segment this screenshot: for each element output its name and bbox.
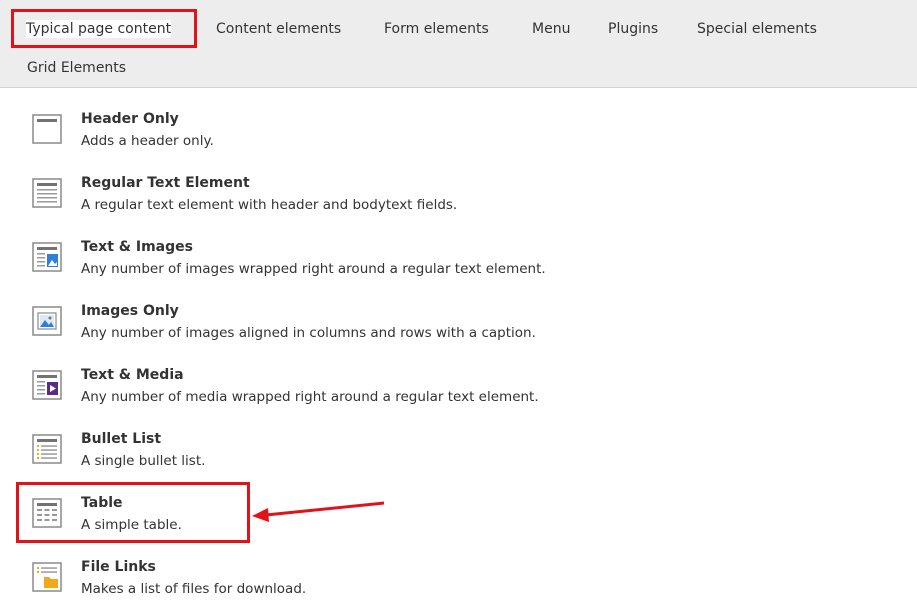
element-description: Any number of images wrapped right aroun… [81,261,546,277]
new-content-element-wizard: Typical page content Content elements Fo… [0,0,917,601]
element-description: Adds a header only. [81,133,214,149]
text-element-icon [32,178,62,208]
tab-form-elements[interactable]: Form elements [384,20,489,38]
element-title: Regular Text Element [81,175,250,191]
element-title: File Links [81,559,156,575]
element-images-only[interactable]: Images Only Any number of images aligned… [24,302,884,358]
element-description: Any number of media wrapped right around… [81,389,539,405]
tab-menu[interactable]: Menu [532,20,570,38]
element-table[interactable]: Table A simple table. [24,494,884,550]
table-icon [32,498,62,528]
tab-plugins[interactable]: Plugins [608,20,658,38]
images-only-icon [32,306,62,336]
element-title: Header Only [81,111,179,127]
element-text-media[interactable]: Text & Media Any number of media wrapped… [24,366,884,422]
element-title: Images Only [81,303,179,319]
element-file-links[interactable]: File Links Makes a list of files for dow… [24,558,884,601]
bullet-list-icon [32,434,62,464]
element-description: Any number of images aligned in columns … [81,325,536,341]
tab-bar: Typical page content Content elements Fo… [0,0,917,88]
element-regular-text[interactable]: Regular Text Element A regular text elem… [24,174,884,230]
tab-content-elements[interactable]: Content elements [216,20,341,38]
element-description: A simple table. [81,517,182,533]
file-links-icon [32,562,62,592]
element-title: Text & Images [81,239,193,255]
element-description: A single bullet list. [81,453,206,469]
text-images-icon [32,242,62,272]
element-title: Table [81,495,123,511]
header-only-icon [32,114,62,144]
element-description: A regular text element with header and b… [81,197,458,213]
element-text-images[interactable]: Text & Images Any number of images wrapp… [24,238,884,294]
element-title: Text & Media [81,367,184,383]
element-bullet-list[interactable]: Bullet List A single bullet list. [24,430,884,486]
element-header-only[interactable]: Header Only Adds a header only. [24,110,884,166]
element-description: Makes a list of files for download. [81,581,307,597]
tab-grid-elements[interactable]: Grid Elements [27,59,126,77]
element-title: Bullet List [81,431,162,447]
tab-typical-page-content[interactable]: Typical page content [26,20,172,38]
text-media-icon [32,370,62,400]
tab-special-elements[interactable]: Special elements [697,20,817,38]
